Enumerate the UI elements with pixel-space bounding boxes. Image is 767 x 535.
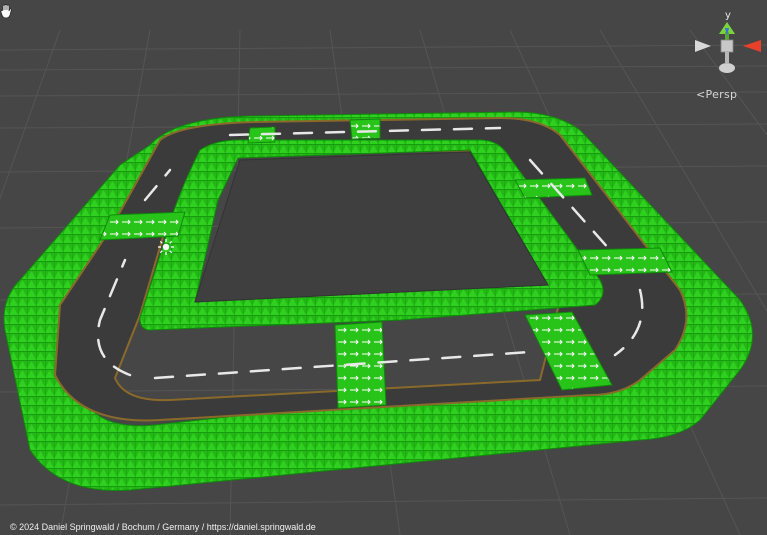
gizmo-x-cone <box>743 40 761 52</box>
gizmo-neg-y-cone <box>719 63 735 73</box>
crosswalk-left <box>99 211 186 241</box>
scene-viewport[interactable] <box>0 0 767 535</box>
chevron-left-icon: < <box>696 88 706 101</box>
projection-label: Persp <box>705 88 738 101</box>
sun-icon[interactable] <box>157 238 175 256</box>
copyright-footer: © 2024 Daniel Springwald / Bochum / Germ… <box>10 522 316 532</box>
crosswalk-top-right <box>349 118 381 140</box>
gizmo-neg-x-cone <box>695 40 711 52</box>
gizmo-center-cube <box>720 39 734 53</box>
gizmo-y-label: y <box>725 10 731 21</box>
hand-icon[interactable] <box>0 4 12 20</box>
crosswalk-right-lower <box>577 247 673 276</box>
projection-toggle[interactable]: <Persp <box>696 88 737 101</box>
